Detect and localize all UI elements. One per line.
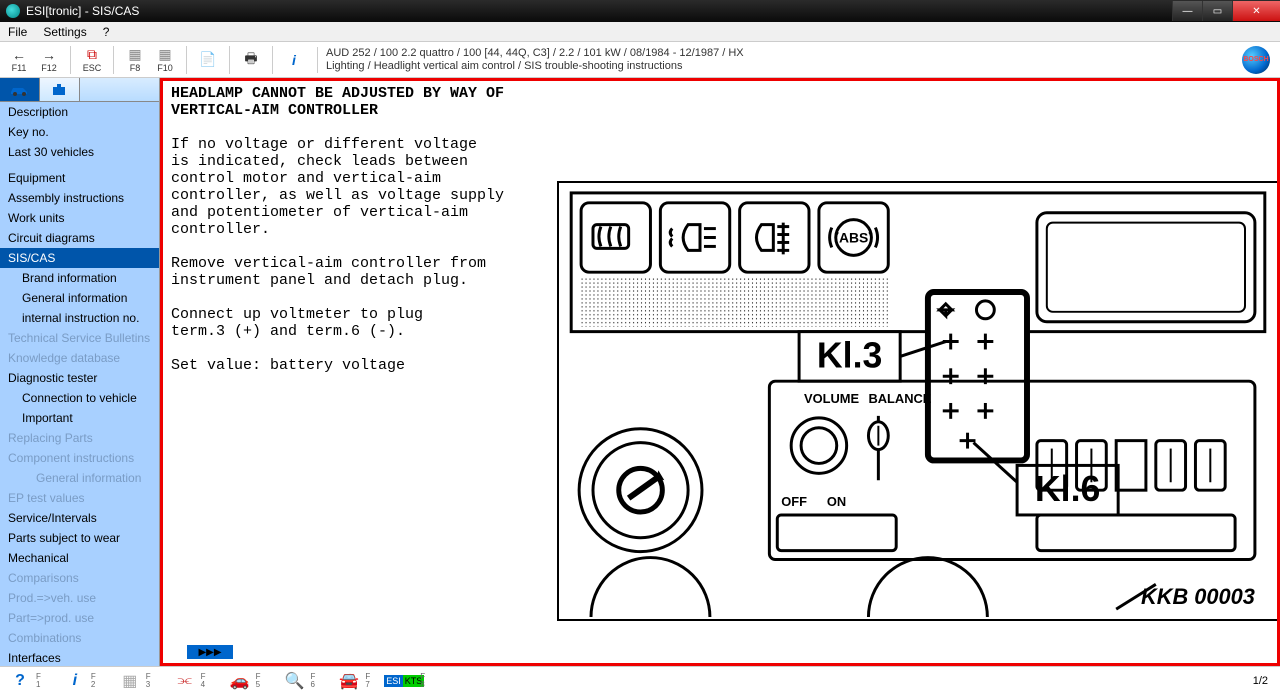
content-pane: HEADLAMP CANNOT BE ADJUSTED BY WAY OF VE…: [160, 78, 1280, 666]
breadcrumb-line1: AUD 252 / 100 2.2 quattro / 100 [44, 44Q…: [326, 47, 1238, 60]
sidebar-tab-engine[interactable]: [40, 78, 80, 101]
f10-button[interactable]: ▦F10: [152, 47, 178, 73]
top-toolbar: ←F11 →F12 ⧉ESC ▦F8 ▦F10 📄 🖶 i AUD 252 / …: [0, 42, 1280, 78]
sidebar-item: Component instructions: [0, 448, 159, 468]
titlebar: ESI[tronic] - SIS/CAS — ▭ ✕: [0, 0, 1280, 22]
f3-button[interactable]: ▦F3: [118, 672, 151, 690]
sidebar: DescriptionKey no.Last 30 vehicles Equipm…: [0, 78, 160, 666]
bosch-globe-icon[interactable]: BOSCH: [1242, 46, 1270, 74]
sidebar-item: Comparisons: [0, 568, 159, 588]
sidebar-item[interactable]: Equipment: [0, 168, 159, 188]
sidebar-item[interactable]: Description: [0, 102, 159, 122]
sidebar-item[interactable]: Mechanical: [0, 548, 159, 568]
sidebar-item[interactable]: Brand information: [0, 268, 159, 288]
zoom-f6-button[interactable]: 🔍F6: [282, 672, 315, 690]
esi-kts-f8-button[interactable]: ESIKTSF8: [392, 672, 425, 690]
close-button[interactable]: ✕: [1232, 1, 1280, 21]
svg-text:KKB 00003: KKB 00003: [1141, 584, 1255, 609]
svg-text:Kl.3: Kl.3: [817, 335, 882, 375]
sidebar-item: EP test values: [0, 488, 159, 508]
sidebar-item: Replacing Parts: [0, 428, 159, 448]
menu-file[interactable]: File: [8, 25, 27, 39]
f5-button[interactable]: 🚗F5: [228, 672, 261, 690]
sidebar-item: Technical Service Bulletins: [0, 328, 159, 348]
svg-text:ON: ON: [827, 494, 846, 509]
svg-text:VOLUME: VOLUME: [804, 391, 859, 406]
info-button[interactable]: i: [281, 52, 307, 68]
page-indicator: 1/2: [1253, 675, 1272, 687]
print-button[interactable]: 🖶: [238, 52, 264, 68]
sidebar-item[interactable]: Assembly instructions: [0, 188, 159, 208]
help-f1-button[interactable]: ?F1: [8, 672, 41, 690]
sidebar-item[interactable]: Key no.: [0, 122, 159, 142]
sidebar-item[interactable]: Connection to vehicle: [0, 388, 159, 408]
forward-button[interactable]: →F12: [36, 47, 62, 73]
svg-text:(ABS): (ABS): [834, 229, 873, 245]
sidebar-item: Combinations: [0, 628, 159, 648]
sidebar-item[interactable]: Interfaces: [0, 648, 159, 666]
svg-text:BALANCE: BALANCE: [868, 391, 931, 406]
breadcrumb-line2: Lighting / Headlight vertical aim contro…: [326, 60, 1238, 73]
sidebar-item[interactable]: Last 30 vehicles: [0, 142, 159, 162]
maximize-button[interactable]: ▭: [1202, 1, 1232, 21]
doc-button[interactable]: 📄: [195, 52, 221, 68]
menu-settings[interactable]: Settings: [43, 25, 86, 39]
sidebar-item[interactable]: General information: [0, 288, 159, 308]
sidebar-item: Prod.=>veh. use: [0, 588, 159, 608]
back-button[interactable]: ←F11: [6, 47, 32, 73]
breadcrumb: AUD 252 / 100 2.2 quattro / 100 [44, 44Q…: [317, 47, 1238, 73]
diagram-image: (ABS): [557, 181, 1277, 621]
sidebar-item[interactable]: Service/Intervals: [0, 508, 159, 528]
app-icon: [6, 4, 20, 18]
sidebar-item[interactable]: Important: [0, 408, 159, 428]
sidebar-item[interactable]: internal instruction no.: [0, 308, 159, 328]
sidebar-item[interactable]: SIS/CAS: [0, 248, 159, 268]
sidebar-item[interactable]: Parts subject to wear: [0, 528, 159, 548]
esc-button[interactable]: ⧉ESC: [79, 47, 105, 73]
sidebar-tree: DescriptionKey no.Last 30 vehicles Equipm…: [0, 102, 159, 666]
f4-button[interactable]: ⫘F4: [173, 672, 206, 690]
menubar: File Settings ?: [0, 22, 1280, 42]
menu-help[interactable]: ?: [103, 25, 110, 39]
svg-text:OFF: OFF: [781, 494, 807, 509]
sidebar-tab-vehicle[interactable]: [0, 78, 40, 101]
sidebar-item: Knowledge database: [0, 348, 159, 368]
sidebar-item: General information: [0, 468, 159, 488]
sidebar-item[interactable]: Diagnostic tester: [0, 368, 159, 388]
bottom-toolbar: ?F1 iF2 ▦F3 ⫘F4 🚗F5 🔍F6 🚘F7 ESIKTSF8 1/2: [0, 666, 1280, 694]
sidebar-item[interactable]: Circuit diagrams: [0, 228, 159, 248]
info-f2-button[interactable]: iF2: [63, 672, 96, 690]
car-f7-button[interactable]: 🚘F7: [337, 672, 370, 690]
f8-button[interactable]: ▦F8: [122, 47, 148, 73]
sidebar-tabs: [0, 78, 159, 102]
minimize-button[interactable]: —: [1172, 1, 1202, 21]
sidebar-item: Part=>prod. use: [0, 608, 159, 628]
window-title: ESI[tronic] - SIS/CAS: [26, 4, 139, 18]
next-page-button[interactable]: ▶▶▶: [187, 645, 233, 659]
sidebar-item[interactable]: Work units: [0, 208, 159, 228]
